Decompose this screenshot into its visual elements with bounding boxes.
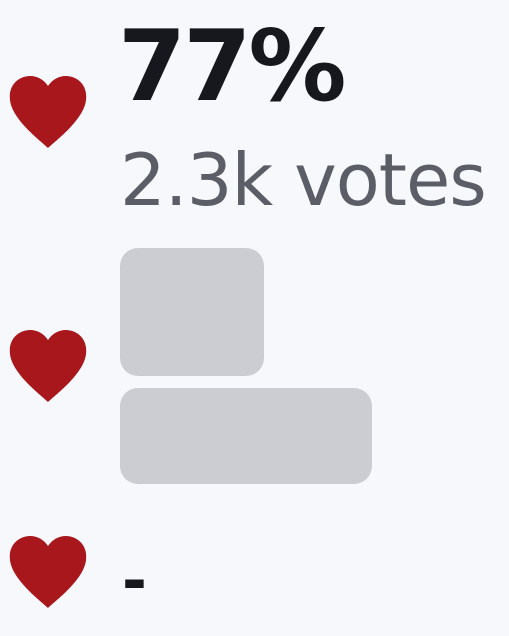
rating-widget-states: 77% 2.3k votes -	[0, 0, 509, 636]
empty-rating-placeholder: -	[122, 546, 147, 616]
heart-icon	[8, 74, 88, 150]
vote-count: 2.3k votes	[120, 138, 487, 222]
heart-icon	[8, 534, 88, 610]
heart-icon	[8, 328, 88, 404]
vote-count-skeleton	[120, 388, 372, 484]
rating-percentage-skeleton	[120, 248, 264, 376]
rating-percentage: 77%	[118, 10, 347, 124]
